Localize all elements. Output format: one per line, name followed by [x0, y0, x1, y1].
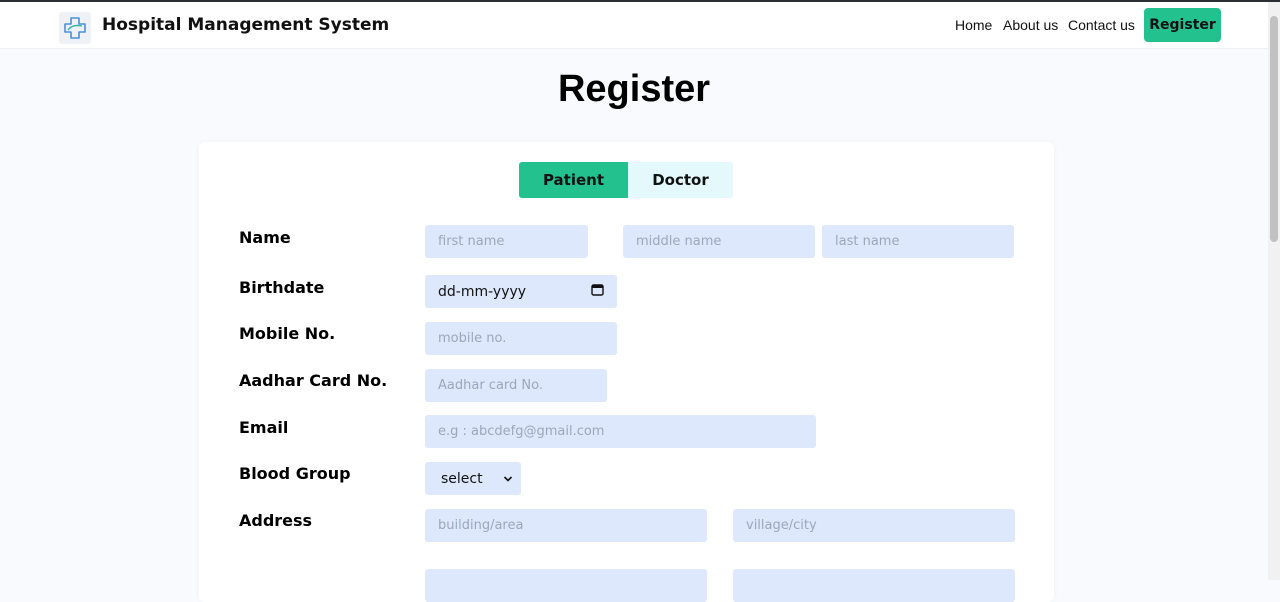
birthdate-value: dd-mm-yyyy — [438, 283, 527, 300]
tab-patient[interactable]: Patient — [519, 162, 628, 198]
building-area-input[interactable] — [425, 509, 707, 542]
aadhar-label: Aadhar Card No. — [239, 371, 388, 390]
first-name-input[interactable] — [425, 225, 588, 258]
email-input[interactable] — [425, 415, 816, 448]
village-city-input[interactable] — [733, 509, 1015, 542]
navbar: Hospital Management System Home About us… — [0, 2, 1268, 49]
nav-about-link[interactable]: About us — [1003, 17, 1058, 33]
blood-group-label: Blood Group — [239, 464, 351, 483]
nav-home-link[interactable]: Home — [955, 17, 992, 33]
nav-register-button[interactable]: Register — [1144, 8, 1221, 42]
blood-group-select[interactable]: select — [425, 462, 521, 495]
calendar-icon[interactable] — [591, 283, 604, 300]
last-name-input[interactable] — [822, 225, 1014, 258]
birthdate-label: Birthdate — [239, 278, 325, 297]
tab-doctor[interactable]: Doctor — [628, 162, 733, 198]
brand-title: Hospital Management System — [102, 15, 390, 35]
blood-group-value: select — [441, 470, 483, 487]
register-form-card: Patient Doctor Name Birthdate dd-mm-yyyy… — [199, 142, 1054, 602]
mobile-label: Mobile No. — [239, 324, 336, 343]
page-title: Register — [557, 68, 711, 110]
email-label: Email — [239, 418, 289, 437]
name-label: Name — [239, 228, 291, 247]
birthdate-input[interactable]: dd-mm-yyyy — [425, 275, 617, 308]
page-scrollbar[interactable] — [1268, 2, 1280, 580]
aadhar-input[interactable] — [425, 369, 607, 402]
mobile-input[interactable] — [425, 322, 617, 355]
address-extra-input-1[interactable] — [425, 569, 707, 602]
middle-name-input[interactable] — [623, 225, 815, 258]
address-extra-input-2[interactable] — [733, 569, 1015, 602]
address-label: Address — [239, 511, 313, 530]
nav-contact-link[interactable]: Contact us — [1068, 17, 1135, 33]
hospital-logo-icon — [59, 12, 91, 44]
scrollbar-thumb[interactable] — [1270, 16, 1278, 242]
chevron-down-icon — [503, 471, 513, 487]
